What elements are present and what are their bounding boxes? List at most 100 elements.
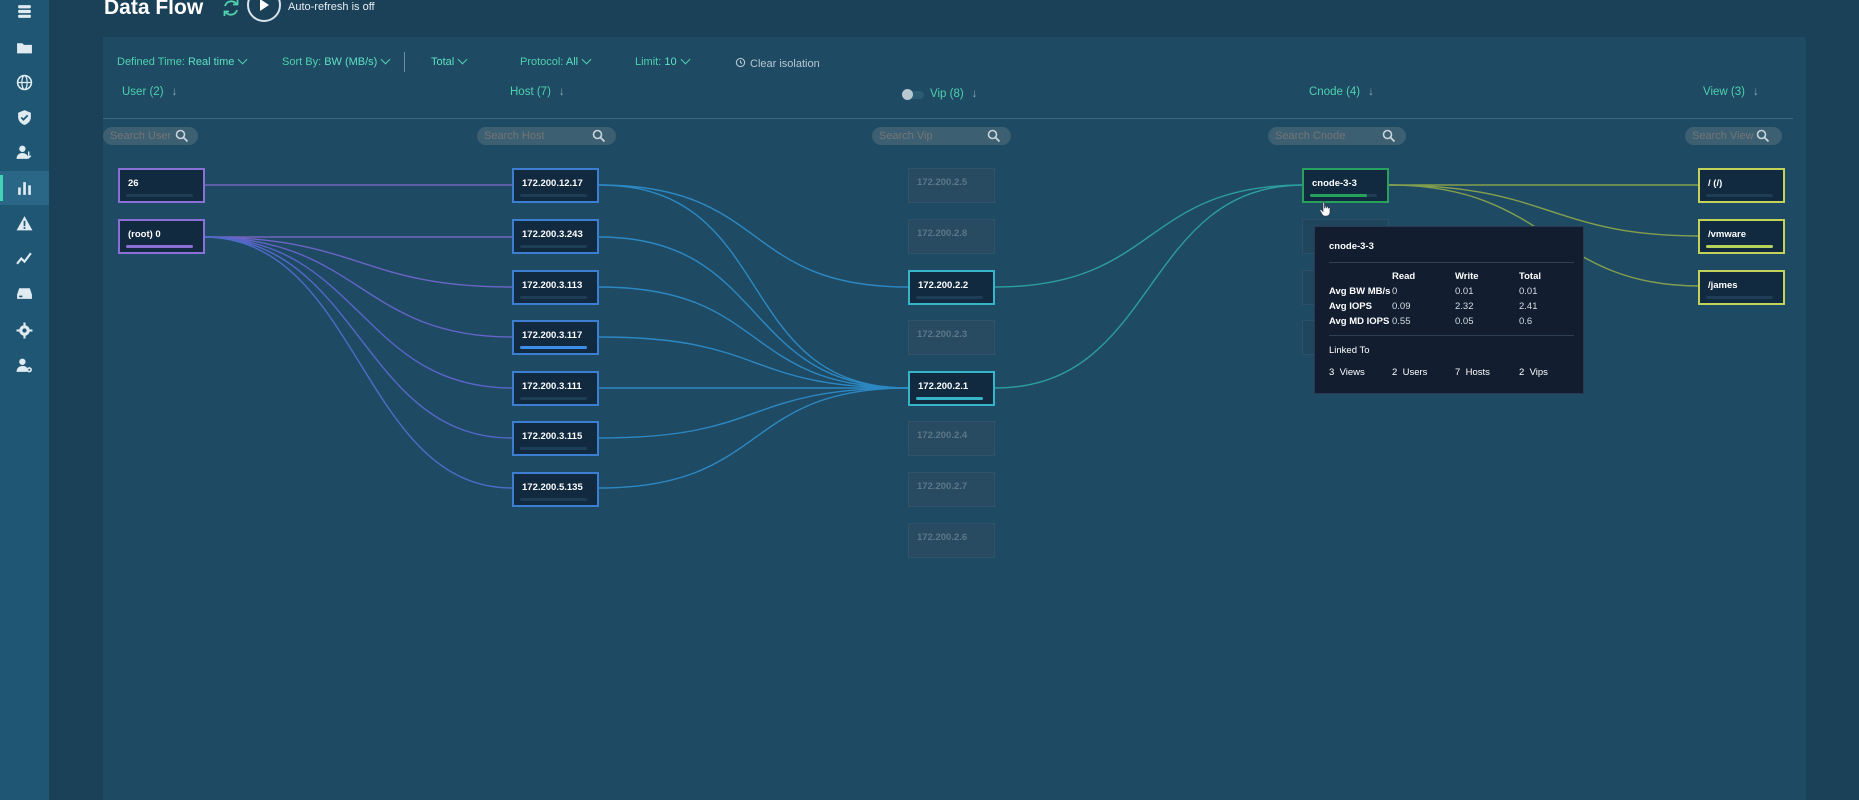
bar-fill	[126, 245, 193, 248]
refresh-icon[interactable]	[220, 0, 242, 19]
page-title: Data Flow	[104, 0, 204, 19]
sidebar-item-analytics[interactable]	[0, 171, 49, 205]
sidebar-item-settings[interactable]	[0, 313, 49, 347]
vip-toggle[interactable]	[902, 89, 924, 100]
host-node[interactable]: 172.200.3.115	[512, 421, 599, 456]
vip-node[interactable]: 172.200.2.6	[908, 523, 995, 558]
user-node-label: 26	[128, 178, 139, 189]
linked-count: 3	[1329, 367, 1335, 378]
view-node-label: /james	[1708, 280, 1738, 291]
vip-node[interactable]: 172.200.2.2	[908, 270, 995, 305]
vip-node-label: 172.200.2.1	[918, 381, 969, 392]
bar-fill	[520, 346, 587, 349]
sidebar-item-user-settings[interactable]	[0, 348, 49, 382]
clear-isolation-button[interactable]: Clear isolation	[735, 56, 820, 70]
chevron-down-icon	[380, 54, 391, 65]
total-value: Total	[431, 56, 455, 68]
user-node-bar	[126, 245, 193, 248]
limit-filter[interactable]: Limit: 10	[635, 54, 691, 68]
host-node[interactable]: 172.200.3.111	[512, 371, 599, 406]
column-host-label: Host (7)	[510, 86, 551, 98]
sidebar-item-alerts[interactable]	[0, 206, 49, 240]
protocol-value: All	[565, 56, 579, 68]
tooltip-row-label: Avg IOPS	[1329, 301, 1372, 312]
sidebar-item-security[interactable]	[0, 100, 49, 134]
vip-node[interactable]: 172.200.2.7	[908, 472, 995, 507]
sidebar	[0, 0, 49, 800]
tooltip-divider	[1329, 262, 1574, 263]
column-header-cnode[interactable]: Cnode (4) ↓	[1309, 86, 1374, 98]
host-node[interactable]: 172.200.3.243	[512, 219, 599, 254]
sort-arrow-icon: ↓	[971, 88, 978, 100]
view-node[interactable]: /james	[1698, 270, 1785, 305]
sort-by-value: BW (MB/s)	[324, 56, 378, 68]
tooltip-row-total: 2.41	[1519, 301, 1538, 312]
view-node[interactable]: /vmware	[1698, 219, 1785, 254]
search-icon	[987, 129, 1001, 143]
sidebar-item-users[interactable]	[0, 135, 49, 169]
linked-count: 2	[1519, 367, 1525, 378]
view-node-label: /vmware	[1708, 229, 1747, 240]
vip-node-label: 172.200.2.2	[918, 280, 969, 291]
search-icon	[1756, 129, 1770, 143]
column-header-user[interactable]: User (2) ↓	[122, 86, 177, 98]
sort-by-filter[interactable]: Sort By: BW (MB/s)	[282, 54, 391, 68]
column-header-host[interactable]: Host (7) ↓	[510, 86, 565, 98]
view-node[interactable]: / (/)	[1698, 168, 1785, 203]
sort-arrow-icon: ↓	[1752, 86, 1759, 98]
alert-icon	[16, 215, 33, 230]
folders-icon	[17, 42, 32, 53]
total-filter[interactable]: Total	[431, 54, 468, 68]
play-button[interactable]	[247, 0, 281, 22]
sidebar-item-network[interactable]	[0, 65, 49, 99]
tooltip-row-write: 2.32	[1455, 301, 1474, 312]
sidebar-item-folders[interactable]	[0, 30, 49, 64]
vip-node[interactable]: 172.200.2.1	[908, 371, 995, 406]
data-flow-panel	[103, 37, 1806, 800]
linked-label: Views	[1339, 367, 1365, 378]
host-node-bar	[520, 296, 587, 299]
line-chart-icon	[16, 252, 32, 264]
database-icon	[18, 4, 31, 18]
sidebar-item-hardware[interactable]	[0, 276, 49, 310]
host-node[interactable]: 172.200.5.135	[512, 472, 599, 507]
vip-node[interactable]: 172.200.2.8	[908, 219, 995, 254]
bar-fill	[1706, 245, 1773, 248]
tooltip-linked-item: 7 Hosts	[1455, 367, 1490, 378]
user-settings-icon	[16, 358, 32, 372]
vip-node-label: 172.200.2.5	[917, 177, 968, 188]
linked-label: Users	[1402, 367, 1428, 378]
vip-node[interactable]: 172.200.2.3	[908, 320, 995, 355]
user-node-bar	[126, 194, 193, 197]
tooltip-linked-title: Linked To	[1329, 345, 1370, 356]
host-node-label: 172.200.3.111	[522, 381, 582, 392]
host-node[interactable]: 172.200.3.117	[512, 320, 599, 355]
vip-node[interactable]: 172.200.2.4	[908, 421, 995, 456]
auto-refresh-status: Auto-refresh is off	[288, 1, 375, 13]
bar-fill	[916, 397, 983, 400]
chevron-down-icon	[581, 54, 592, 65]
user-node[interactable]: (root) 0	[118, 219, 205, 254]
host-node-label: 172.200.3.243	[522, 229, 583, 240]
cnode-tooltip: cnode-3-3 Read Write Total Avg BW MB/s 0…	[1314, 226, 1584, 394]
chevron-down-icon	[457, 54, 468, 65]
user-node[interactable]: 26	[118, 168, 205, 203]
vip-node-bar	[916, 296, 983, 299]
view-node-bar	[1706, 245, 1773, 248]
column-view-label: View (3)	[1703, 86, 1745, 98]
vip-node[interactable]: 172.200.2.5	[908, 168, 995, 203]
tooltip-linked-item: 2 Users	[1392, 367, 1427, 378]
column-cnode-label: Cnode (4)	[1309, 86, 1361, 98]
vip-node-label: 172.200.2.8	[917, 228, 968, 239]
protocol-filter[interactable]: Protocol: All	[520, 54, 592, 68]
column-header-view[interactable]: View (3) ↓	[1703, 86, 1759, 98]
linked-count: 2	[1392, 367, 1398, 378]
column-header-vip[interactable]: Vip (8) ↓	[930, 88, 977, 100]
host-node[interactable]: 172.200.12.17	[512, 168, 599, 203]
bar-fill	[1310, 194, 1367, 197]
sidebar-item-trends[interactable]	[0, 241, 49, 275]
sidebar-item-database[interactable]	[0, 0, 49, 28]
defined-time-filter[interactable]: Defined Time: Real time	[117, 54, 248, 68]
host-node[interactable]: 172.200.3.113	[512, 270, 599, 305]
cnode-node[interactable]: cnode-3-3	[1302, 168, 1389, 203]
